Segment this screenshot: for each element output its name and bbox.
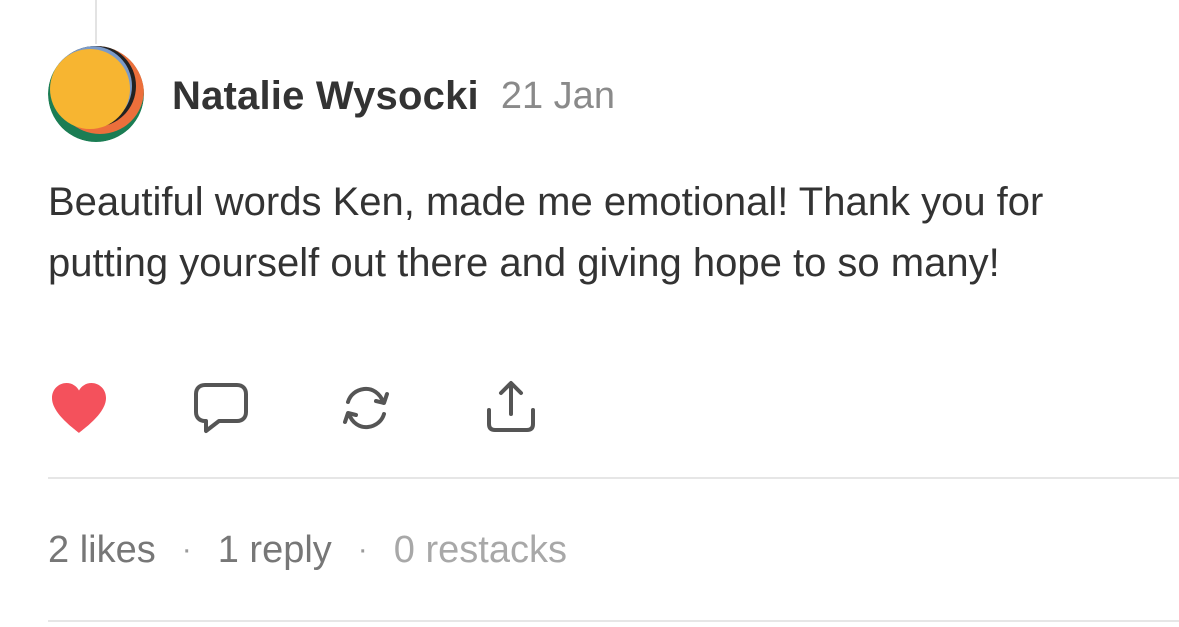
author-name[interactable]: Natalie Wysocki (172, 74, 479, 119)
restack-button[interactable] (335, 378, 397, 438)
like-button[interactable] (48, 378, 110, 438)
comment-bubble-icon (194, 383, 248, 433)
post-header: Natalie Wysocki 21 Jan (172, 70, 615, 122)
thread-connector-line (95, 0, 97, 44)
stats-separator: · (357, 533, 368, 566)
reply-button[interactable] (190, 378, 252, 438)
divider (48, 477, 1179, 479)
divider (48, 620, 1179, 622)
avatar-image (48, 46, 144, 142)
heart-icon (52, 383, 106, 433)
share-button[interactable] (480, 378, 542, 438)
restack-icon (343, 386, 389, 430)
replies-count[interactable]: 1 reply (218, 529, 332, 572)
post-date[interactable]: 21 Jan (501, 75, 615, 118)
post-stats: 2 likes · 1 reply · 0 restacks (48, 522, 567, 578)
stats-separator: · (181, 533, 192, 566)
avatar[interactable] (48, 46, 144, 142)
likes-count[interactable]: 2 likes (48, 529, 156, 572)
post-body: Beautiful words Ken, made me emotional! … (48, 180, 1044, 285)
restacks-count[interactable]: 0 restacks (394, 529, 567, 572)
share-icon (487, 381, 535, 432)
